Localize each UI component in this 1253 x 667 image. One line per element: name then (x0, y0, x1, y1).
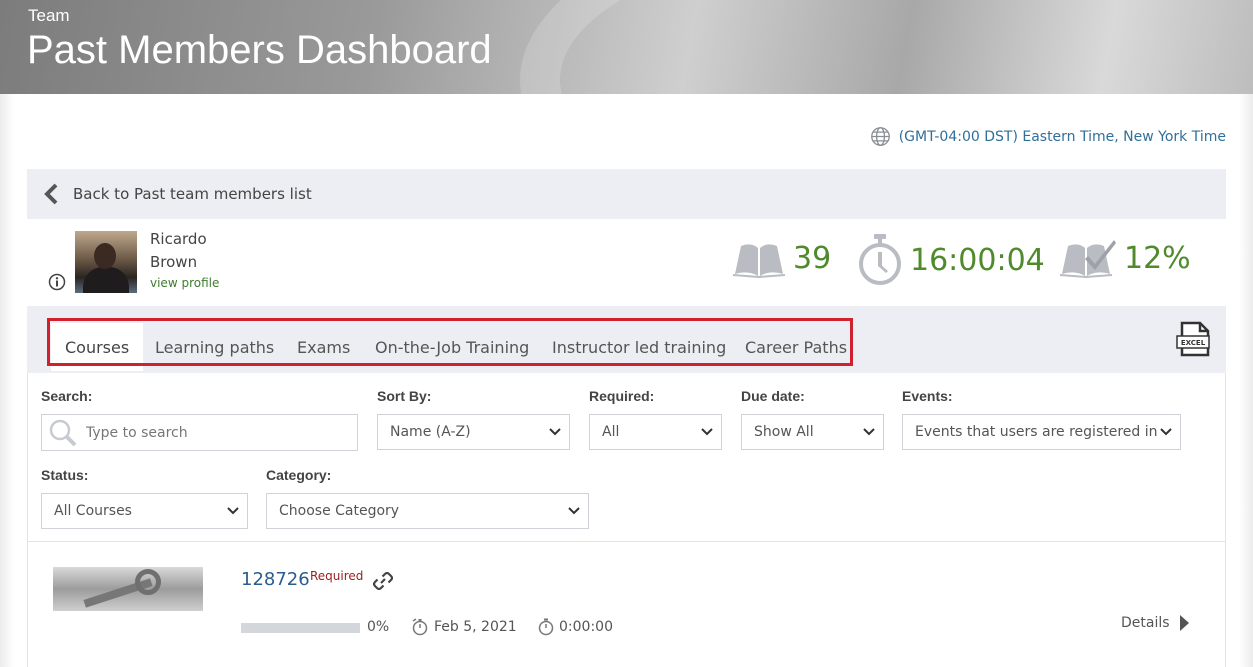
events-select[interactable]: Events that users are registered in (902, 414, 1181, 450)
chevron-down-icon (863, 428, 875, 436)
status-value: All Courses (54, 503, 132, 519)
course-title-link[interactable]: 128726 (241, 569, 310, 590)
events-label: Events: (902, 388, 953, 404)
caret-right-icon (1179, 615, 1189, 631)
back-label: Back to Past team members list (73, 185, 312, 203)
timezone-link[interactable]: (GMT-04:00 DST) Eastern Time, New York T… (870, 126, 1226, 147)
course-progress-bar (241, 623, 360, 633)
chevron-down-icon (227, 507, 239, 515)
due-date-value: Show All (754, 424, 814, 440)
stat-completion: 12% (1060, 238, 1191, 278)
chevron-down-icon (701, 428, 713, 436)
category-value: Choose Category (279, 503, 400, 519)
timer-icon (538, 618, 554, 636)
required-badge: Required (310, 569, 364, 583)
required-select[interactable]: All (589, 414, 722, 450)
due-date-select[interactable]: Show All (741, 414, 884, 450)
stat-courses: 39 (733, 238, 831, 278)
stat-courses-value: 39 (793, 240, 832, 276)
details-label: Details (1121, 615, 1170, 631)
stat-completion-value: 12% (1124, 240, 1191, 276)
course-time-spent: 0:00:00 (559, 619, 613, 635)
sort-value: Name (A-Z) (390, 424, 471, 440)
sort-select[interactable]: Name (A-Z) (377, 414, 570, 450)
tabs-highlight-box (47, 318, 853, 366)
required-label: Required: (589, 388, 655, 404)
page-title: Past Members Dashboard (27, 28, 492, 72)
book-check-icon (1060, 240, 1116, 278)
info-icon[interactable] (48, 273, 66, 291)
search-field[interactable] (41, 414, 358, 451)
course-due-date: Feb 5, 2021 (434, 619, 517, 635)
events-value: Events that users are registered in (915, 424, 1158, 440)
stat-time: 16:00:04 (858, 234, 1045, 286)
user-first-name: Ricardo (150, 230, 207, 248)
link-icon[interactable] (373, 572, 393, 590)
search-input[interactable] (86, 424, 336, 441)
book-icon (733, 244, 785, 278)
timezone-label: (GMT-04:00 DST) Eastern Time, New York T… (898, 128, 1226, 145)
chevron-down-icon (1160, 428, 1172, 436)
excel-export-icon[interactable]: EXCEL (1176, 321, 1212, 357)
search-label: Search: (41, 388, 93, 404)
left-shadow (0, 94, 14, 667)
category-select[interactable]: Choose Category (266, 493, 589, 529)
banner-subtitle: Team (28, 6, 70, 25)
right-shadow (1239, 94, 1253, 667)
status-label: Status: (41, 467, 89, 483)
details-button[interactable]: Details (1121, 615, 1189, 631)
category-label: Category: (266, 467, 332, 483)
course-progress-text: 0% (367, 619, 390, 635)
course-thumbnail[interactable] (53, 567, 203, 611)
due-date-label: Due date: (741, 388, 805, 404)
sort-label: Sort By: (377, 388, 432, 404)
chevron-left-icon (44, 183, 58, 205)
chevron-down-icon (549, 428, 561, 436)
chevron-down-icon (568, 507, 580, 515)
list-item (27, 541, 1226, 667)
back-to-list-link[interactable]: Back to Past team members list (27, 169, 1226, 219)
stopwatch-icon (859, 234, 901, 285)
search-icon (49, 419, 77, 446)
avatar (75, 231, 137, 293)
user-last-name: Brown (150, 253, 198, 271)
view-profile-link[interactable]: view profile (150, 276, 219, 290)
globe-icon (870, 127, 890, 146)
required-value: All (602, 424, 620, 440)
status-select[interactable]: All Courses (41, 493, 248, 529)
stopwatch-icon (412, 618, 428, 636)
stat-time-value: 16:00:04 (910, 242, 1045, 278)
svg-text:EXCEL: EXCEL (1181, 339, 1206, 347)
page-banner: Team Past Members Dashboard (0, 0, 1253, 94)
